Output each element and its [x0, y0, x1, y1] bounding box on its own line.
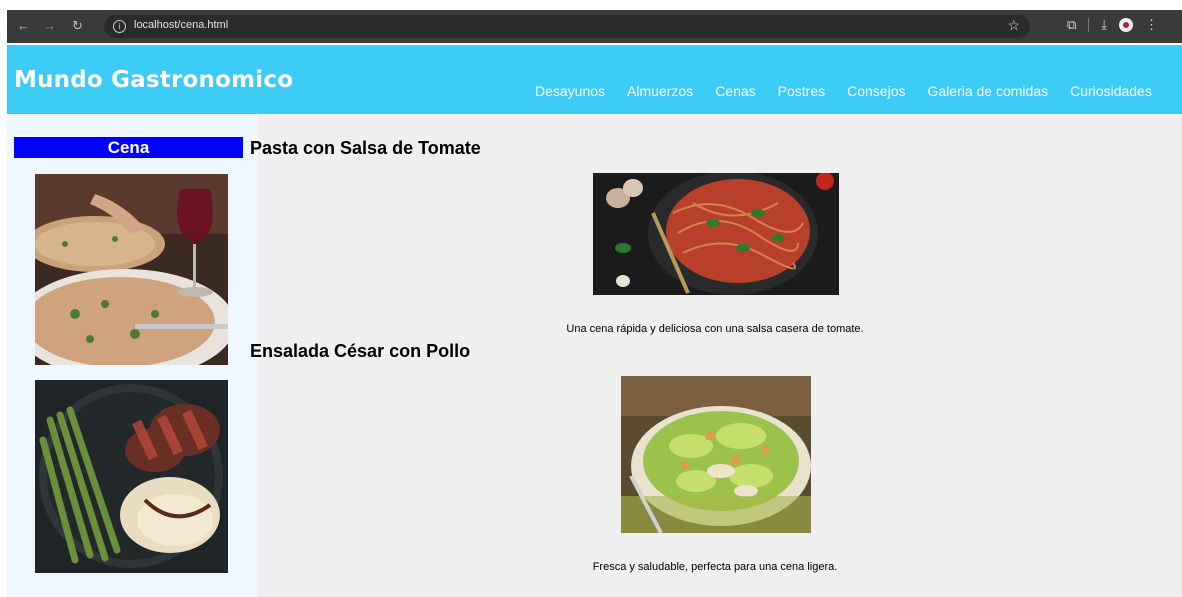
site-info-icon[interactable]: i — [113, 20, 126, 33]
site-header: Mundo Gastronomico Desayunos Almuerzos C… — [7, 45, 1182, 114]
menu-kebab-icon[interactable]: ⋮ — [1145, 17, 1158, 33]
pasta-photo — [593, 173, 839, 295]
bookmark-star-icon[interactable]: ☆ — [1007, 17, 1020, 34]
profile-avatar[interactable] — [1119, 18, 1134, 32]
nav-link-almuerzos[interactable]: Almuerzos — [627, 83, 693, 99]
address-bar[interactable]: i localhost/cena.html ☆ — [104, 15, 1030, 38]
toolbar-divider — [1088, 18, 1090, 32]
sidebar: Cena — [7, 114, 258, 597]
nav-link-cenas[interactable]: Cenas — [715, 83, 755, 99]
nav-link-postres[interactable]: Postres — [778, 83, 825, 99]
extensions-icon[interactable]: ⧉ — [1067, 17, 1076, 33]
browser-toolbar: ← → ↻ i localhost/cena.html ☆ ⧉ ⤓ ⋮ — [7, 10, 1182, 43]
nav-link-consejos[interactable]: Consejos — [847, 83, 905, 99]
site-brand[interactable]: Mundo Gastronomico — [14, 67, 293, 93]
dish-description-pasta: Una cena rápida y deliciosa con una sals… — [566, 323, 864, 335]
dish-title-ensalada: Ensalada César con Pollo — [250, 341, 471, 361]
download-icon[interactable]: ⤓ — [1101, 17, 1107, 33]
nav-link-desayunos[interactable]: Desayunos — [535, 83, 605, 99]
sidebar-title: Cena — [14, 137, 243, 158]
caesar-salad-photo — [621, 376, 811, 533]
forward-arrow-icon[interactable]: → — [43, 18, 56, 34]
pizza-wine-photo — [35, 174, 228, 365]
page-content: Cena Pasta con Salsa de Tomate Una cena … — [7, 114, 1182, 597]
url-text[interactable]: localhost/cena.html — [134, 19, 228, 31]
dish-description-ensalada: Fresca y saludable, perfecta para una ce… — [592, 561, 838, 573]
reload-icon[interactable]: ↻ — [72, 18, 83, 34]
main-nav: Desayunos Almuerzos Cenas Postres Consej… — [535, 83, 1152, 99]
nav-link-galeria[interactable]: Galeria de comidas — [928, 83, 1049, 99]
steak-asparagus-photo — [35, 380, 228, 573]
back-arrow-icon[interactable]: ← — [17, 18, 30, 34]
dish-title-pasta: Pasta con Salsa de Tomate — [250, 138, 481, 158]
nav-link-curiosidades[interactable]: Curiosidades — [1070, 83, 1152, 99]
